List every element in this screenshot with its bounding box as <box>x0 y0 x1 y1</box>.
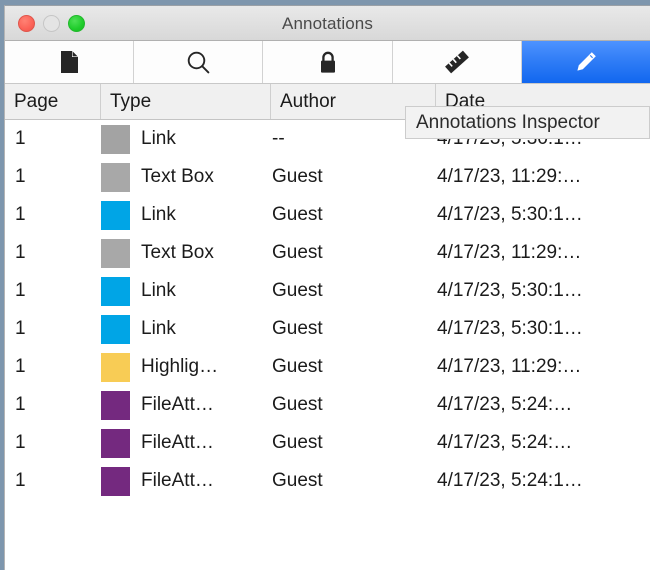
annotation-type-label: FileAtt… <box>141 470 214 491</box>
table-row[interactable]: 1 FileAtt… Guest 4/17/23, 5:24:1… <box>5 462 650 500</box>
table-row[interactable]: 1 FileAtt… Guest 4/17/23, 5:24:… <box>5 386 650 424</box>
annotation-type-label: Text Box <box>141 166 214 187</box>
annotation-color-swatch <box>101 466 130 496</box>
table-row[interactable]: 1 Text Box Guest 4/17/23, 11:29:… <box>5 158 650 196</box>
cell-page: 1 <box>15 432 26 453</box>
ruler-icon <box>443 49 471 75</box>
cell-page: 1 <box>15 356 26 377</box>
annotation-type-label: Link <box>141 280 176 301</box>
toolbar-tab-annotations[interactable] <box>521 41 650 83</box>
cell-type: Text Box <box>101 162 271 192</box>
cell-date: 4/17/23, 5:24:… <box>437 432 573 453</box>
annotation-color-swatch <box>101 238 130 268</box>
annotation-color-swatch <box>101 428 130 458</box>
annotation-type-label: FileAtt… <box>141 394 214 415</box>
table-row[interactable]: 1 Text Box Guest 4/17/23, 11:29:… <box>5 234 650 272</box>
cell-page: 1 <box>15 280 26 301</box>
column-header-type[interactable]: Type <box>101 84 271 119</box>
annotation-type-label: Highlig… <box>141 356 219 377</box>
annotation-color-swatch <box>101 200 130 230</box>
cell-author: Guest <box>272 432 323 453</box>
cell-date: 4/17/23, 5:30:1… <box>437 318 583 339</box>
cell-author: Guest <box>272 394 323 415</box>
annotation-color-swatch <box>101 314 130 344</box>
cell-author: Guest <box>272 166 323 187</box>
cell-type: Link <box>101 276 271 306</box>
cell-page: 1 <box>15 242 26 263</box>
window-title: Annotations <box>282 14 373 33</box>
cell-date: 4/17/23, 11:29:… <box>437 166 582 187</box>
cell-type: FileAtt… <box>101 466 271 496</box>
table-row[interactable]: 1 FileAtt… Guest 4/17/23, 5:24:… <box>5 424 650 462</box>
cell-date: 4/17/23, 5:30:1… <box>437 280 583 301</box>
inspector-toolbar <box>5 41 650 84</box>
cell-author: Guest <box>272 204 323 225</box>
toolbar-tab-document[interactable] <box>5 41 135 83</box>
cell-type: Link <box>101 124 271 154</box>
cell-page: 1 <box>15 470 26 491</box>
cell-author: Guest <box>272 318 323 339</box>
lock-icon <box>318 50 338 75</box>
cell-author: Guest <box>272 280 323 301</box>
cell-page: 1 <box>15 318 26 339</box>
tooltip: Annotations Inspector <box>405 106 650 139</box>
cell-type: FileAtt… <box>101 428 271 458</box>
table-row[interactable]: 1 Link Guest 4/17/23, 5:30:1… <box>5 272 650 310</box>
table-row[interactable]: 1 Link Guest 4/17/23, 5:30:1… <box>5 310 650 348</box>
toolbar-tab-measurements[interactable] <box>392 41 522 83</box>
column-header-page[interactable]: Page <box>5 84 101 119</box>
table-row[interactable]: 1 Highlig… Guest 4/17/23, 11:29:… <box>5 348 650 386</box>
annotation-type-label: Text Box <box>141 242 214 263</box>
search-icon <box>186 50 211 75</box>
cell-page: 1 <box>15 394 26 415</box>
cell-date: 4/17/23, 5:24:… <box>437 394 573 415</box>
cell-author: Guest <box>272 242 323 263</box>
annotations-table: 1Link--4/17/23, 5:30:1…1Text BoxGuest4/1… <box>5 120 650 568</box>
cell-page: 1 <box>15 128 26 149</box>
cell-page: 1 <box>15 204 26 225</box>
cell-author: Guest <box>272 470 323 491</box>
cell-date: 4/17/23, 5:24:1… <box>437 470 583 491</box>
cell-date: 4/17/23, 11:29:… <box>437 242 582 263</box>
cell-type: Link <box>101 314 271 344</box>
toolbar-tab-encryption[interactable] <box>263 41 393 83</box>
cell-date: 4/17/23, 5:30:1… <box>437 204 583 225</box>
annotation-color-swatch <box>101 124 130 154</box>
window-titlebar: Annotations <box>5 6 650 41</box>
annotation-type-label: Link <box>141 204 176 225</box>
annotation-color-swatch <box>101 162 130 192</box>
annotation-color-swatch <box>101 352 130 382</box>
cell-page: 1 <box>15 166 26 187</box>
annotation-type-label: Link <box>141 318 176 339</box>
cell-type: Link <box>101 200 271 230</box>
document-icon <box>60 50 79 74</box>
cell-type: FileAtt… <box>101 390 271 420</box>
annotation-color-swatch <box>101 390 130 420</box>
pencil-icon <box>573 49 599 75</box>
cell-date: 4/17/23, 11:29:… <box>437 356 582 377</box>
cell-type: Text Box <box>101 238 271 268</box>
toolbar-tab-search[interactable] <box>134 41 264 83</box>
annotations-window: Annotations Page Type Author Date 1 Link… <box>4 5 650 570</box>
annotation-type-label: FileAtt… <box>141 432 214 453</box>
cell-author: Guest <box>272 356 323 377</box>
cell-type: Highlig… <box>101 352 271 382</box>
table-row[interactable]: 1 Link Guest 4/17/23, 5:30:1… <box>5 196 650 234</box>
annotation-type-label: Link <box>141 128 176 149</box>
annotation-color-swatch <box>101 276 130 306</box>
